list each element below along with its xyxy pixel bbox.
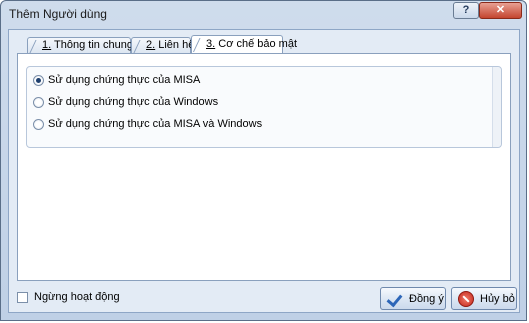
radio-label: Sử dụng chứng thực của Windows <box>48 96 219 108</box>
radio-misa-auth[interactable]: Sử dụng chứng thực của MISA <box>33 72 200 88</box>
radio-label: Sử dụng chứng thực của MISA và Windows <box>48 118 263 130</box>
auth-method-group: Sử dụng chứng thực của MISA Sử dụng chứn… <box>26 66 502 148</box>
inactive-checkbox-row[interactable]: Ngừng hoạt động <box>17 291 120 303</box>
title-bar: Thêm Người dùng ? ✕ <box>1 1 526 27</box>
radio-misa-windows-auth[interactable]: Sử dụng chứng thực của MISA và Windows <box>33 116 262 132</box>
radio-button-checked[interactable] <box>33 74 44 86</box>
tab-general-info[interactable]: 1. Thông tin chung <box>27 37 133 54</box>
radio-button[interactable] <box>33 96 44 108</box>
cancel-icon <box>458 290 474 307</box>
tab-security[interactable]: 3. Cơ chế bảo mật <box>191 35 297 54</box>
radio-button[interactable] <box>33 118 44 130</box>
tab-label: Cơ chế bảo mật <box>215 38 297 50</box>
tab-label: Liên hệ <box>155 39 195 51</box>
check-icon <box>387 291 403 307</box>
window-title: Thêm Người dùng <box>9 7 107 21</box>
ok-button[interactable]: Đồng ý <box>380 287 446 310</box>
inactive-checkbox[interactable] <box>17 291 28 303</box>
close-button[interactable]: ✕ <box>479 2 522 19</box>
radio-windows-auth[interactable]: Sử dụng chứng thực của Windows <box>33 94 218 110</box>
cancel-label: Hủy bỏ <box>480 292 515 305</box>
tab-label: Thông tin chung <box>51 39 133 51</box>
cancel-button[interactable]: Hủy bỏ <box>451 287 517 310</box>
help-button[interactable]: ? <box>453 2 479 19</box>
dialog-client-area: 1. Thông tin chung 2. Liên hệ 3. Cơ chế … <box>8 29 520 313</box>
security-tab-page: Sử dụng chứng thực của MISA Sử dụng chứn… <box>17 53 511 281</box>
group-scrollbar[interactable] <box>492 67 501 147</box>
radio-label: Sử dụng chứng thực của MISA <box>48 74 201 86</box>
add-user-dialog: Thêm Người dùng ? ✕ 1. Thông tin chung 2… <box>0 0 527 321</box>
tab-contact[interactable]: 2. Liên hệ <box>131 37 195 54</box>
ok-label: Đồng ý <box>409 292 444 305</box>
inactive-label: Ngừng hoạt động <box>34 291 120 303</box>
